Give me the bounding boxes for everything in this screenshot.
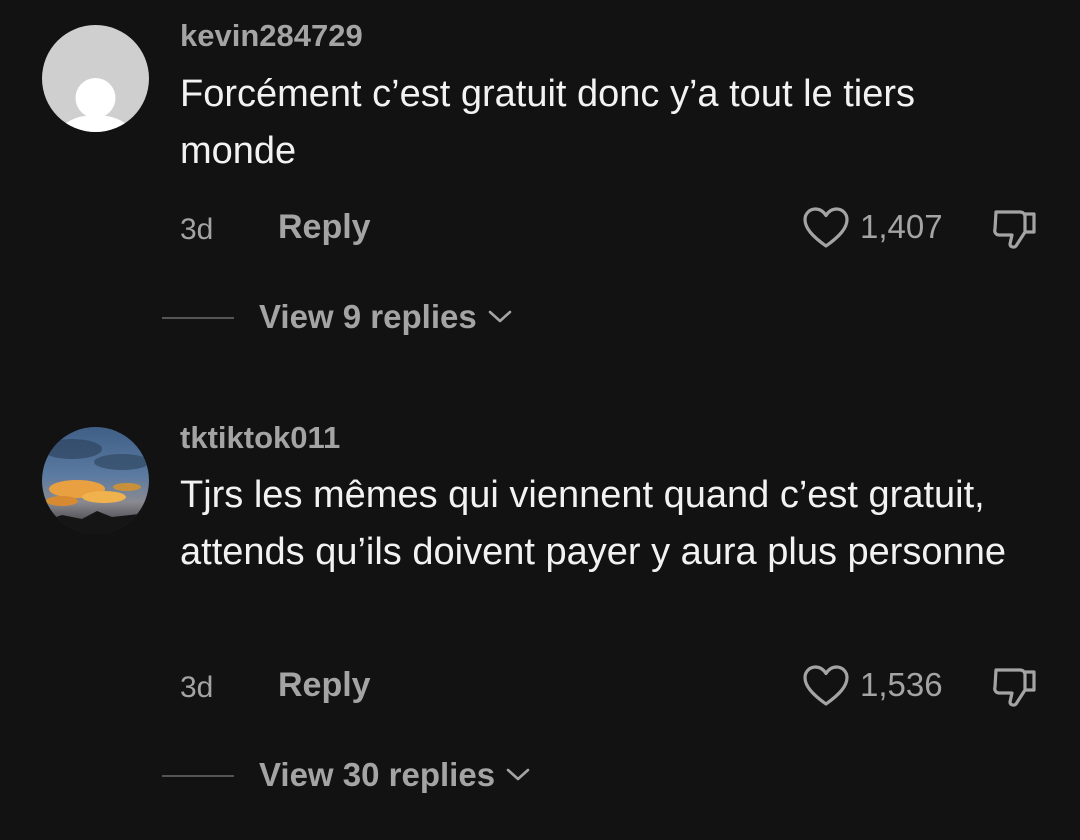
user-avatar[interactable] bbox=[42, 427, 149, 534]
view-replies-label: View 9 replies bbox=[259, 298, 477, 335]
thumbs-down-icon[interactable] bbox=[990, 660, 1040, 710]
comment-timestamp: 3d bbox=[180, 213, 214, 246]
view-replies-label: View 30 replies bbox=[259, 756, 496, 793]
reply-button[interactable]: Reply bbox=[278, 665, 371, 705]
replies-divider bbox=[162, 775, 234, 777]
chevron-down-icon bbox=[506, 768, 530, 781]
user-avatar[interactable] bbox=[42, 25, 149, 132]
view-replies-button[interactable]: View 30 replies bbox=[259, 755, 531, 795]
heart-icon[interactable] bbox=[802, 206, 850, 250]
chevron-down-icon bbox=[488, 310, 512, 323]
comment-username[interactable]: kevin284729 bbox=[180, 18, 363, 54]
reply-button[interactable]: Reply bbox=[278, 207, 371, 247]
like-count: 1,536 bbox=[860, 666, 943, 703]
default-avatar-icon bbox=[42, 25, 149, 132]
sunset-photo-avatar-icon bbox=[42, 427, 149, 534]
comment-timestamp: 3d bbox=[180, 671, 214, 704]
heart-icon[interactable] bbox=[802, 664, 850, 708]
comment-username[interactable]: tktiktok011 bbox=[180, 420, 340, 456]
view-replies-button[interactable]: View 9 replies bbox=[259, 297, 513, 337]
like-count: 1,407 bbox=[860, 208, 943, 245]
thumbs-down-icon[interactable] bbox=[990, 202, 1040, 252]
replies-divider bbox=[162, 317, 234, 319]
comment-text: Tjrs les mêmes qui viennent quand c’est … bbox=[180, 474, 1006, 573]
comment-text: Forcément c’est gratuit donc y’a tout le… bbox=[180, 73, 915, 172]
